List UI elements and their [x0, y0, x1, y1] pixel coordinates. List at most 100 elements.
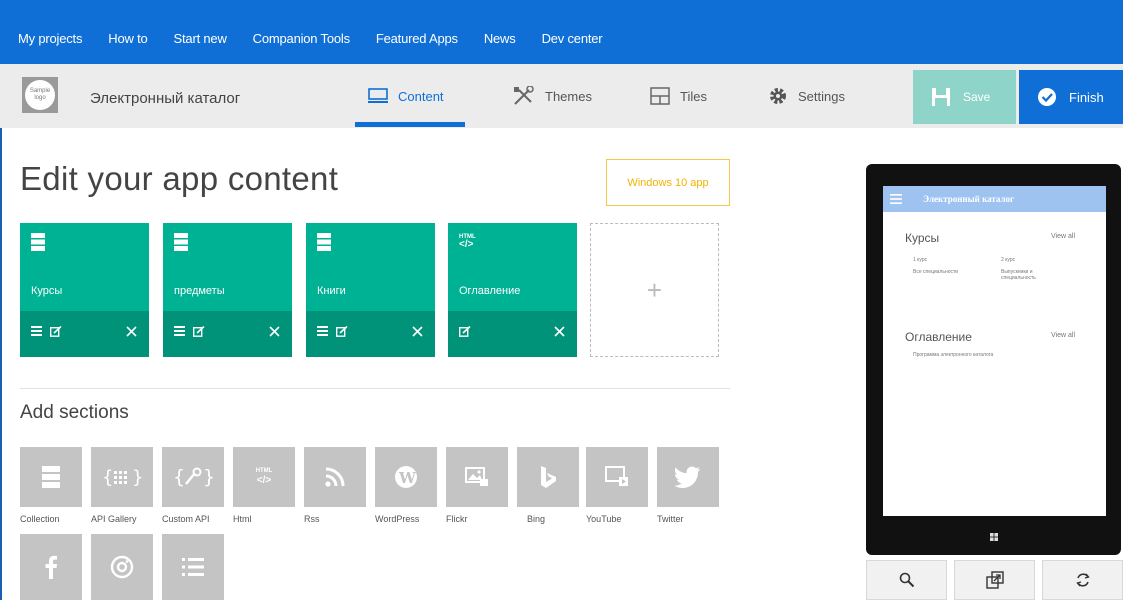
section-facebook[interactable] — [20, 534, 82, 600]
nav-my-projects[interactable]: My projects — [18, 31, 82, 46]
edit-icon[interactable] — [336, 326, 348, 337]
section-wordpress[interactable]: W — [375, 447, 437, 507]
section-label: Custom API — [162, 514, 210, 524]
rotate-button[interactable] — [1042, 560, 1123, 600]
save-button[interactable]: Save — [913, 70, 1016, 124]
preview-item: Выпускники и специальность — [1001, 269, 1036, 281]
tab-tiles-label: Tiles — [680, 88, 707, 104]
finish-label: Finish — [1069, 89, 1104, 105]
edit-icon[interactable] — [193, 326, 205, 337]
collection-icon — [42, 466, 60, 488]
zoom-button[interactable] — [866, 560, 947, 600]
section-label: Bing — [527, 514, 546, 524]
monitor-icon — [368, 88, 388, 103]
nav-news[interactable]: News — [484, 31, 516, 46]
check-circle-icon — [1038, 88, 1056, 106]
tile-label: Оглавление — [459, 285, 521, 297]
hamburger-icon — [890, 194, 902, 204]
section-label: Twitter — [657, 514, 684, 524]
close-icon[interactable] — [554, 326, 565, 337]
tools-icon — [514, 86, 534, 105]
section-label: Rss — [304, 514, 320, 524]
refresh-icon — [1075, 573, 1090, 587]
tab-content-label: Content — [398, 88, 444, 104]
windows10-app-button[interactable]: Windows 10 app — [606, 159, 730, 206]
section-flickr[interactable] — [446, 447, 508, 507]
html-icon: HTML </> — [459, 234, 476, 250]
collection-icon — [174, 233, 188, 251]
section-custom-api[interactable]: {} — [162, 447, 224, 507]
svg-text:W: W — [398, 469, 417, 487]
edit-icon[interactable] — [459, 326, 471, 337]
tile-actions — [163, 311, 292, 357]
flickr-icon — [465, 467, 488, 486]
list-icon[interactable] — [31, 326, 42, 336]
svg-text:{: { — [173, 466, 185, 488]
section-bing[interactable] — [517, 447, 579, 507]
nav-companion-tools[interactable]: Companion Tools — [253, 31, 350, 46]
tab-settings[interactable]: Settings — [768, 64, 845, 128]
youtube-icon — [605, 466, 628, 486]
content-tile[interactable]: Книги — [306, 223, 435, 357]
nav-how-to[interactable]: How to — [108, 31, 147, 46]
app-bar: Sample logo Электронный каталог Content … — [0, 64, 1123, 128]
add-sections-title: Add sections — [20, 402, 129, 423]
section-instagram[interactable] — [91, 534, 153, 600]
preview-section-title: Курсы — [905, 231, 940, 245]
section-rss[interactable] — [304, 447, 366, 507]
preview-text: Программа электронного каталога — [913, 352, 994, 358]
app-logo[interactable]: Sample logo — [22, 77, 58, 113]
section-label: Collection — [20, 514, 60, 524]
section-collection[interactable] — [20, 447, 82, 507]
close-icon[interactable] — [269, 326, 280, 337]
windows-logo-icon — [990, 533, 998, 541]
logo-text: Sample logo — [25, 80, 55, 110]
tiles-icon — [650, 87, 670, 105]
section-list[interactable] — [162, 534, 224, 600]
content-tile[interactable]: предметы — [163, 223, 292, 357]
twitter-icon — [675, 466, 700, 488]
tab-themes[interactable]: Themes — [513, 64, 592, 128]
preview-item: 1 курс — [913, 257, 928, 263]
edit-icon[interactable] — [50, 326, 62, 337]
app-name: Электронный каталог — [90, 90, 241, 107]
active-tab-indicator — [355, 122, 465, 127]
tab-settings-label: Settings — [798, 88, 845, 104]
preview-app-title: Электронный каталог — [923, 194, 1015, 204]
section-label: Flickr — [446, 514, 468, 524]
list-icon[interactable] — [174, 326, 185, 336]
tab-tiles[interactable]: Tiles — [650, 64, 707, 128]
finish-button[interactable]: Finish — [1019, 70, 1123, 124]
nav-dev-center[interactable]: Dev center — [542, 31, 603, 46]
tile-actions — [306, 311, 435, 357]
instagram-icon — [110, 555, 134, 579]
search-icon — [899, 572, 914, 588]
api-gallery-icon: {} — [102, 467, 142, 488]
save-label: Save — [963, 90, 991, 104]
gear-icon — [770, 88, 786, 104]
section-api-gallery[interactable]: {} — [91, 447, 153, 507]
tab-content[interactable]: Content — [368, 64, 444, 128]
section-label: WordPress — [375, 514, 420, 524]
nav-start-new[interactable]: Start new — [174, 31, 227, 46]
nav-featured-apps[interactable]: Featured Apps — [376, 31, 458, 46]
add-tile-button[interactable]: + — [590, 223, 719, 357]
content-tile[interactable]: HTML </> Оглавление — [448, 223, 577, 357]
list-icon[interactable] — [317, 326, 328, 336]
bing-icon — [541, 466, 556, 488]
facebook-icon — [45, 555, 57, 579]
tile-label: Курсы — [31, 285, 63, 297]
svg-text:}: } — [132, 467, 142, 488]
tile-label: Книги — [317, 285, 346, 297]
section-twitter[interactable] — [657, 447, 719, 507]
svg-text:{: { — [102, 467, 113, 488]
preview-view-all: View all — [1051, 332, 1075, 339]
rss-icon — [325, 467, 345, 487]
close-icon[interactable] — [412, 326, 423, 337]
section-youtube[interactable] — [586, 447, 648, 507]
close-icon[interactable] — [126, 326, 137, 337]
content-tile[interactable]: Курсы — [20, 223, 149, 357]
tab-themes-label: Themes — [545, 88, 592, 104]
section-html[interactable]: HTML </> — [233, 447, 295, 507]
open-external-button[interactable] — [954, 560, 1035, 600]
